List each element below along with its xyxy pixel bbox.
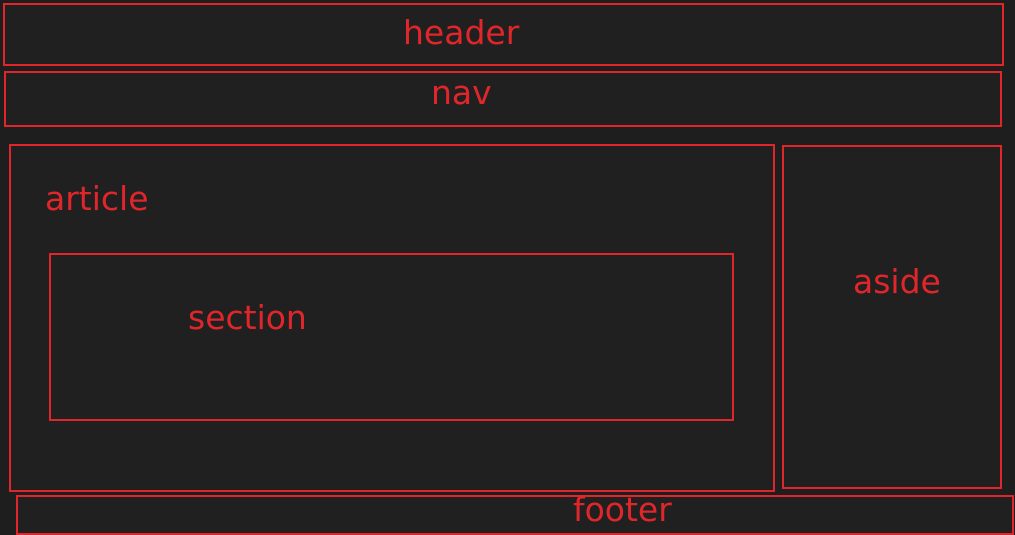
nav-label: nav xyxy=(431,73,492,112)
section-box xyxy=(49,253,734,421)
article-label: article xyxy=(45,179,149,218)
header-label: header xyxy=(403,13,520,52)
nav-box xyxy=(4,71,1002,127)
footer-box xyxy=(16,495,1014,535)
footer-label: footer xyxy=(573,490,672,529)
aside-box xyxy=(782,145,1002,489)
section-label: section xyxy=(188,298,307,337)
aside-label: aside xyxy=(853,262,941,301)
